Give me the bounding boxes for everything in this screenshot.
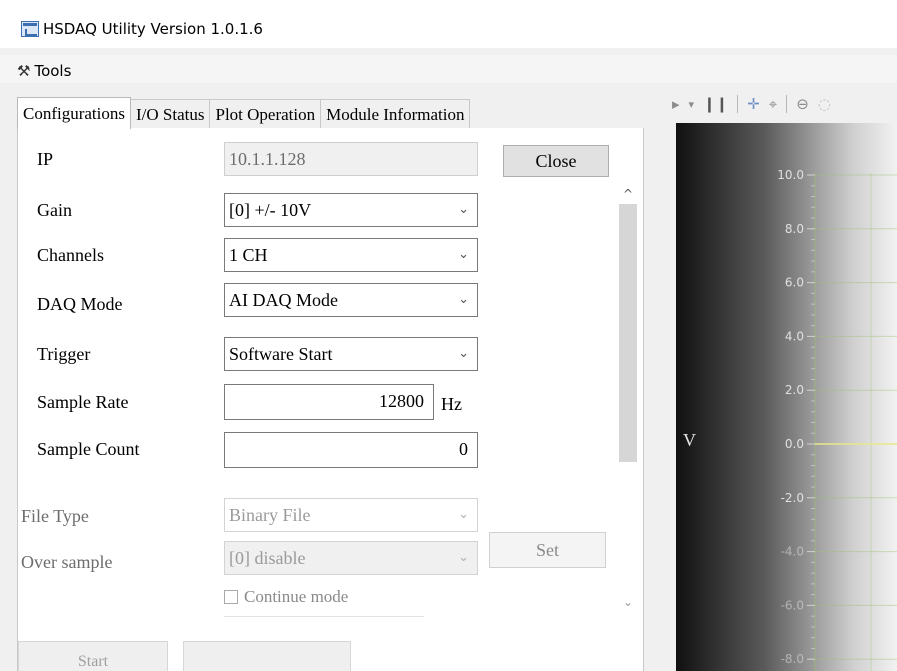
ip-label: IP: [37, 149, 54, 169]
y-tick-label: 6.0: [785, 276, 804, 290]
trigger-select[interactable]: Software Start ⌄: [224, 337, 478, 371]
tab-io-status[interactable]: I/O Status: [130, 99, 211, 129]
divider: [224, 616, 424, 617]
file-type-value: Binary File: [229, 505, 311, 525]
stop-button[interactable]: [183, 641, 351, 671]
sample-rate-unit: Hz: [441, 394, 462, 414]
sample-rate-label: Sample Rate: [37, 392, 129, 412]
daq-mode-label: DAQ Mode: [37, 294, 123, 314]
window-title: HSDAQ Utility Version 1.0.1.6: [43, 20, 263, 38]
over-sample-select[interactable]: [0] disable ⌄: [224, 541, 478, 575]
sample-count-label: Sample Count: [37, 439, 140, 459]
zoom-icon[interactable]: ⌖: [769, 95, 777, 113]
y-tick-label: 10.0: [777, 168, 804, 182]
chevron-down-icon: ⌄: [458, 507, 469, 522]
gain-label: Gain: [37, 200, 72, 220]
panel-scrollbar[interactable]: ^ ⌄: [614, 184, 642, 614]
menu-bar: ⚒ Tools: [0, 55, 897, 83]
ip-field[interactable]: 10.1.1.128: [224, 142, 478, 176]
sample-rate-input[interactable]: 12800: [224, 384, 434, 420]
file-type-label: File Type: [21, 506, 89, 526]
channels-label: Channels: [37, 245, 104, 265]
dropdown-icon[interactable]: ▾: [689, 98, 695, 111]
trigger-value: Software Start: [229, 344, 333, 364]
y-tick-label: 8.0: [785, 222, 804, 236]
pan-icon[interactable]: ✛: [747, 95, 760, 113]
chevron-down-icon: ⌄: [458, 247, 469, 262]
tab-configurations[interactable]: Configurations: [17, 97, 131, 129]
trigger-label: Trigger: [37, 344, 91, 364]
y-tick-label: 4.0: [785, 329, 804, 343]
plot-area[interactable]: 10.0 8.0 6.0 4.0 2.0 0.0 -2.0 -4.0 -6.0 -8.0: [676, 123, 897, 671]
zoom-more-icon[interactable]: ◌: [818, 95, 831, 113]
app-window: HSDAQ Utility Version 1.0.1.6 ⚒ Tools Co…: [0, 0, 897, 671]
plot-canvas: 10.0 8.0 6.0 4.0 2.0 0.0 -2.0 -4.0 -6.0 -8.0: [777, 168, 897, 671]
scroll-thumb[interactable]: [619, 204, 637, 462]
channels-value: 1 CH: [229, 245, 268, 265]
over-sample-value: [0] disable: [229, 548, 306, 568]
ip-value: 10.1.1.128: [229, 149, 306, 169]
y-tick-label: -2.0: [781, 491, 804, 505]
play-icon[interactable]: ▸: [672, 95, 680, 113]
configurations-panel: IP 10.1.1.128 Close Gain [0] +/- 10V ⌄ C…: [17, 128, 644, 671]
chevron-down-icon: ⌄: [458, 292, 469, 307]
menu-tools[interactable]: ⚒ Tools: [17, 60, 71, 82]
set-button[interactable]: Set: [489, 532, 606, 568]
gain-select[interactable]: [0] +/- 10V ⌄: [224, 193, 478, 227]
pause-icon[interactable]: ❙❙: [703, 95, 728, 113]
daq-mode-value: AI DAQ Mode: [229, 290, 338, 310]
zoom-out-icon[interactable]: ⊖: [796, 95, 809, 113]
scroll-up-icon[interactable]: ^: [614, 184, 642, 204]
continue-mode-checkbox[interactable]: Continue mode: [224, 587, 348, 607]
tab-module-information[interactable]: Module Information: [320, 99, 471, 129]
tab-strip: Configurations I/O Status Plot Operation…: [17, 97, 471, 129]
file-type-select[interactable]: Binary File ⌄: [224, 498, 478, 532]
toolbar-separator: [737, 95, 739, 113]
app-window-icon: [21, 21, 39, 37]
title-bar: HSDAQ Utility Version 1.0.1.6: [0, 0, 897, 48]
menu-tools-label: Tools: [34, 62, 72, 80]
chevron-down-icon: ⌄: [458, 202, 469, 217]
chevron-down-icon: ⌄: [458, 550, 469, 565]
channels-select[interactable]: 1 CH ⌄: [224, 238, 478, 272]
y-tick-label: -4.0: [781, 545, 804, 559]
tab-plot-operation[interactable]: Plot Operation: [209, 99, 322, 129]
scroll-down-icon[interactable]: ⌄: [614, 592, 642, 612]
start-button[interactable]: Start: [18, 641, 168, 671]
checkbox-icon: [224, 590, 238, 604]
toolbar-separator: [786, 95, 788, 113]
daq-mode-select[interactable]: AI DAQ Mode ⌄: [224, 283, 478, 317]
close-button[interactable]: Close: [503, 145, 609, 177]
sample-count-input[interactable]: 0: [224, 432, 478, 468]
chevron-down-icon: ⌄: [458, 346, 469, 361]
y-tick-label: 0.0: [785, 437, 804, 451]
y-axis-label: V: [683, 430, 696, 450]
over-sample-label: Over sample: [21, 552, 113, 572]
continue-mode-label: Continue mode: [244, 587, 349, 606]
y-tick-label: 2.0: [785, 383, 804, 397]
gain-value: [0] +/- 10V: [229, 200, 312, 220]
plot-toolbar: ▸ ▾ ❙❙ ✛ ⌖ ⊖ ◌: [672, 90, 897, 118]
tools-icon: ⚒: [17, 62, 31, 80]
y-tick-label: -6.0: [781, 598, 804, 612]
y-tick-label: -8.0: [781, 652, 804, 666]
